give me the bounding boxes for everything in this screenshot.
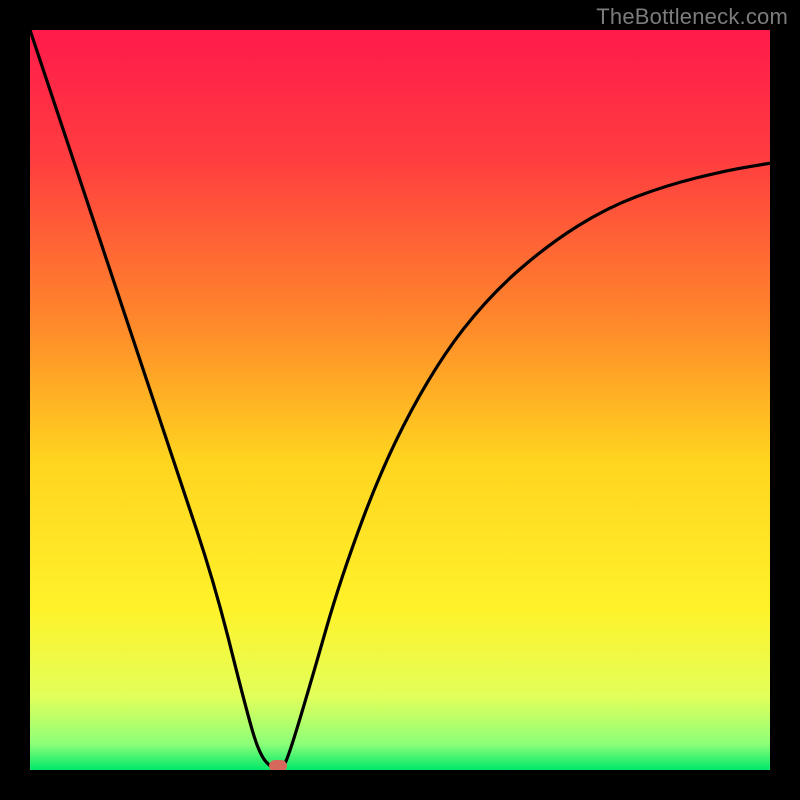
- chart-frame: TheBottleneck.com: [0, 0, 800, 800]
- watermark-text: TheBottleneck.com: [596, 4, 788, 30]
- optimal-marker: [269, 760, 287, 770]
- curve-layer: [30, 30, 770, 770]
- plot-area: [30, 30, 770, 770]
- bottleneck-curve: [30, 30, 770, 770]
